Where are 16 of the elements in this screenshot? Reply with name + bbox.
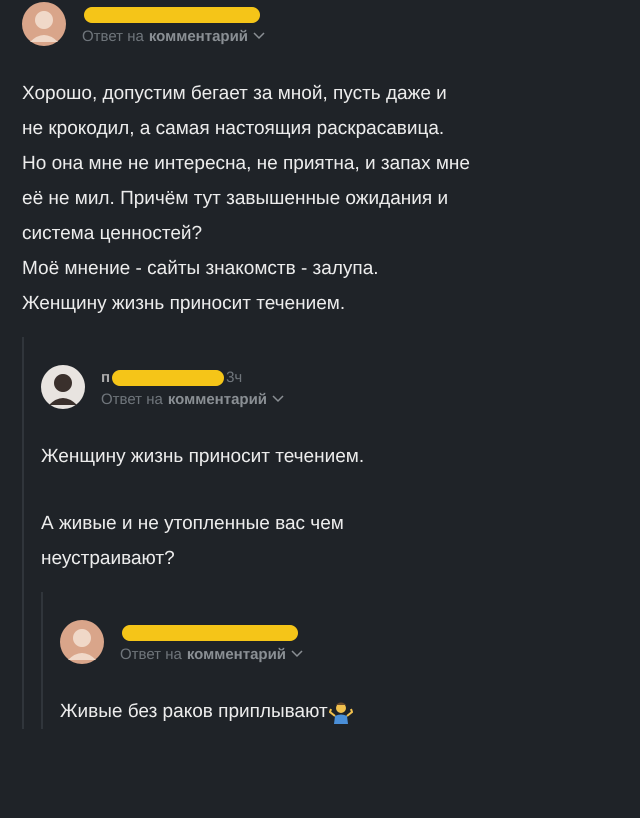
timestamp: 3ч [226, 369, 242, 386]
chevron-down-icon [272, 395, 284, 403]
username[interactable]: п [101, 369, 110, 386]
chevron-down-icon [291, 650, 304, 658]
reply-link[interactable]: Ответ на комментарий [82, 28, 266, 44]
comment-text: А живые и не утопленные вас чем неустраивают? [41, 512, 345, 571]
comment-text: Живые без раков приплывают [60, 700, 328, 724]
avatar [41, 365, 85, 409]
comment-text: Женщину жизнь приносит течением. [41, 445, 366, 469]
reply-link[interactable]: Ответ на комментарий [101, 390, 284, 408]
comment-text: Хорошо, допустим бегает за мной, пусть даже и не крокодил, а самая настоящия раскрасавица. Но она мне не интересна, не приятна, и запах мне eё не мил. Причём тут завышенные ожидания и система ценностей? Моё мнение - сайты знакомств - залупа. Женщину жизнь приносит течением. [22, 82, 471, 316]
avatar [22, 2, 66, 46]
avatar [60, 620, 104, 664]
chevron-down-icon [253, 32, 266, 40]
shrug-icon [328, 700, 353, 724]
reply-link[interactable]: Ответ на комментарий [120, 646, 304, 662]
